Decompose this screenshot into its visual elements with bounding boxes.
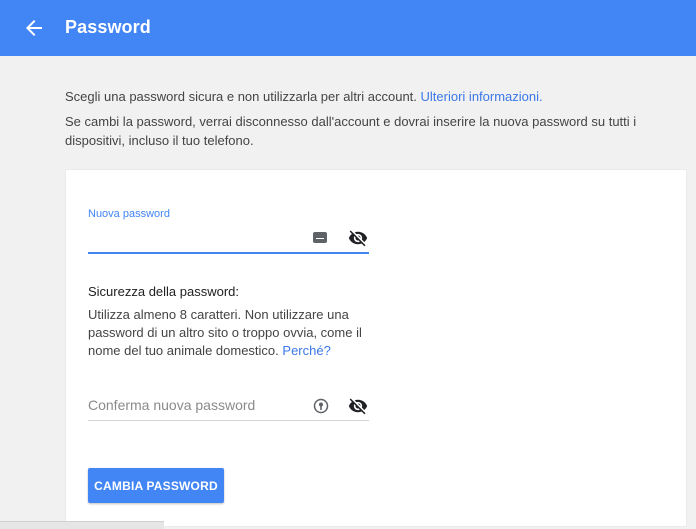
confirm-password-field bbox=[88, 394, 369, 421]
why-link[interactable]: Perché? bbox=[282, 343, 330, 358]
app-header: Password bbox=[0, 0, 696, 56]
change-password-button[interactable]: CAMBIA PASSWORD bbox=[88, 468, 224, 503]
visibility-off-icon[interactable] bbox=[347, 396, 369, 416]
intro-line-2: Se cambi la password, verrai disconnesso… bbox=[65, 114, 637, 148]
new-password-input[interactable] bbox=[88, 226, 298, 250]
password-key-icon[interactable] bbox=[313, 398, 329, 414]
intro-line-1: Scegli una password sicura e non utilizz… bbox=[65, 87, 665, 106]
page-title: Password bbox=[65, 17, 151, 37]
keyboard-icon[interactable] bbox=[313, 232, 327, 243]
visibility-off-icon[interactable] bbox=[347, 228, 369, 248]
intro-text: Scegli una password sicura e non utilizz… bbox=[65, 87, 665, 156]
strength-title: Sicurezza della password: bbox=[88, 284, 240, 299]
new-password-field bbox=[88, 226, 369, 254]
learn-more-link[interactable]: Ulteriori informazioni. bbox=[421, 89, 543, 104]
intro-line-1-text: Scegli una password sicura e non utilizz… bbox=[65, 89, 417, 104]
strength-hint: Utilizza almeno 8 caratteri. Non utilizz… bbox=[88, 306, 378, 360]
new-password-label: Nuova password bbox=[88, 208, 170, 220]
confirm-password-input[interactable] bbox=[88, 394, 298, 416]
arrow-back-icon[interactable] bbox=[22, 16, 46, 40]
password-form-card: Nuova password Sicurezza della password:… bbox=[66, 170, 686, 526]
